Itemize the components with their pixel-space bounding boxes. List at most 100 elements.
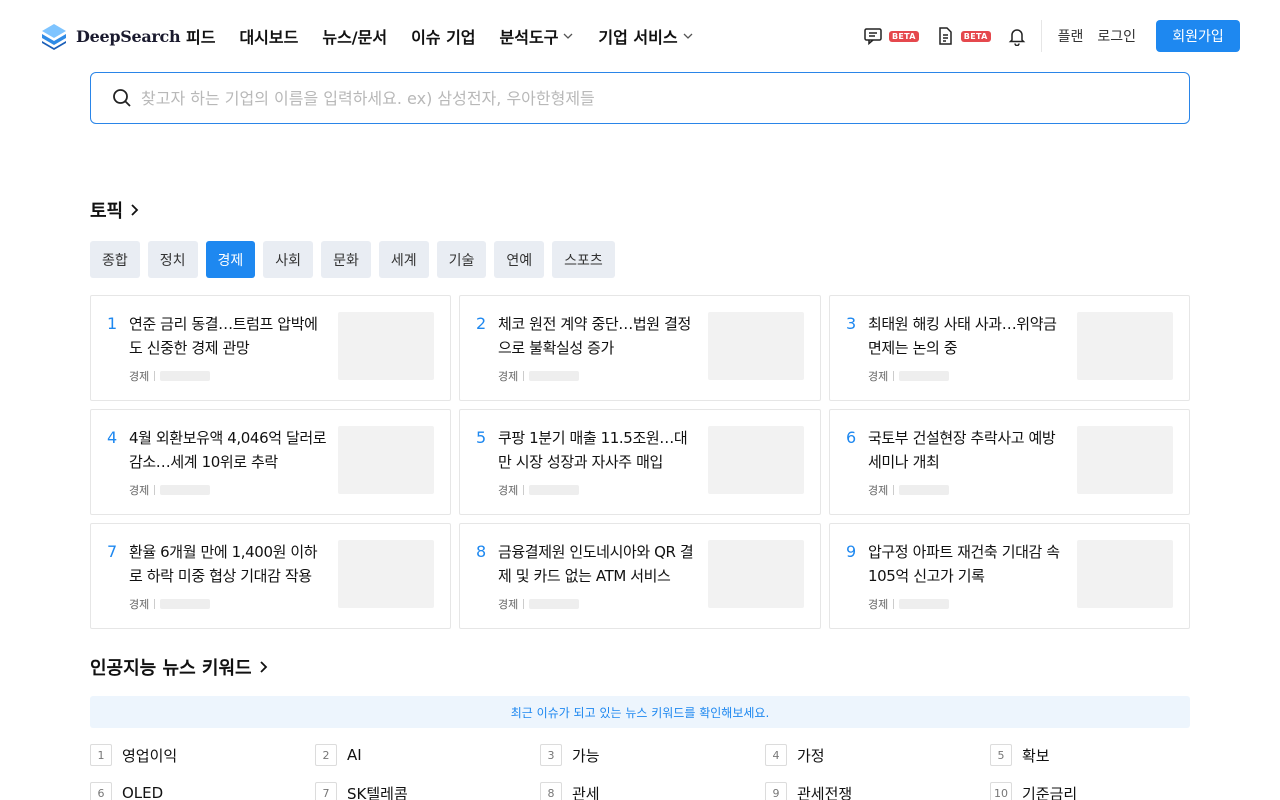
news-title[interactable]: 압구정 아파트 재건축 기대감 속 105억 신고가 기록 bbox=[868, 540, 1068, 588]
nav-item[interactable]: 분석도구 bbox=[500, 24, 575, 48]
news-category: 경제 bbox=[868, 598, 889, 611]
topic-tab[interactable]: 스포츠 bbox=[552, 241, 615, 278]
document-beta-group[interactable]: BETA bbox=[935, 26, 991, 46]
news-title[interactable]: 환율 6개월 만에 1,400원 이하로 하락 미중 협상 기대감 작용 bbox=[129, 540, 329, 588]
meta-separator bbox=[154, 599, 156, 609]
news-category: 경제 bbox=[498, 484, 519, 497]
news-category: 경제 bbox=[129, 370, 150, 383]
news-title[interactable]: 국토부 건설현장 추락사고 예방 세미나 개최 bbox=[868, 426, 1068, 474]
keyword-item[interactable]: 2 AI bbox=[315, 744, 540, 766]
keyword-item[interactable]: 6 OLED bbox=[90, 782, 315, 800]
news-category: 경제 bbox=[129, 598, 150, 611]
news-category: 경제 bbox=[868, 484, 889, 497]
topic-tab[interactable]: 사회 bbox=[263, 241, 314, 278]
topic-section-title[interactable]: 토픽 bbox=[90, 197, 141, 223]
keyword-label[interactable]: SK텔레콤 bbox=[347, 783, 408, 800]
news-rank: 6 bbox=[846, 428, 857, 447]
news-card[interactable]: 8 금융결제원 인도네시아와 QR 결제 및 카드 없는 ATM 서비스 경제 bbox=[459, 523, 821, 629]
news-title[interactable]: 체코 원전 계약 중단…법원 결정으로 불확실성 증가 bbox=[498, 312, 698, 360]
keyword-label[interactable]: 영업이익 bbox=[122, 745, 177, 766]
keyword-label[interactable]: 기준금리 bbox=[1022, 783, 1077, 800]
news-card[interactable]: 3 최태원 해킹 사태 사과…위약금 면제는 논의 중 경제 bbox=[829, 295, 1190, 401]
login-link[interactable]: 로그인 bbox=[1097, 26, 1136, 46]
news-rank: 3 bbox=[846, 314, 857, 333]
logo[interactable]: DeepSearch bbox=[40, 22, 181, 50]
beta-badge: BETA bbox=[960, 30, 991, 42]
nav-item-label: 뉴스/문서 bbox=[322, 28, 388, 47]
keyword-rank: 3 bbox=[540, 744, 562, 766]
keyword-rank: 1 bbox=[90, 744, 112, 766]
news-card[interactable]: 5 쿠팡 1분기 매출 11.5조원…대만 시장 성장과 자사주 매입 경제 bbox=[459, 409, 821, 515]
keyword-label[interactable]: 관세 bbox=[572, 783, 600, 800]
news-thumbnail[interactable] bbox=[708, 312, 804, 380]
nav-item[interactable]: 뉴스/문서 bbox=[322, 24, 387, 48]
chevron-down-icon bbox=[563, 33, 573, 39]
nav-item-label: 이슈 기업 bbox=[411, 28, 476, 47]
nav-item[interactable]: 이슈 기업 bbox=[411, 24, 475, 48]
news-thumbnail[interactable] bbox=[338, 312, 434, 380]
keyword-rank: 6 bbox=[90, 782, 112, 800]
chat-icon[interactable] bbox=[863, 26, 883, 46]
topic-tab[interactable]: 세계 bbox=[378, 241, 429, 278]
keyword-label[interactable]: 가정 bbox=[797, 745, 825, 766]
company-search-box[interactable] bbox=[90, 72, 1190, 124]
news-category: 경제 bbox=[498, 370, 519, 383]
keyword-item[interactable]: 1 영업이익 bbox=[90, 744, 315, 766]
news-thumbnail[interactable] bbox=[1077, 312, 1173, 380]
chat-beta-group[interactable]: BETA bbox=[863, 26, 919, 46]
news-card[interactable]: 4 4월 외환보유액 4,046억 달러로 감소…세계 10위로 추락 경제 bbox=[90, 409, 451, 515]
news-thumbnail[interactable] bbox=[708, 426, 804, 494]
keyword-item[interactable]: 7 SK텔레콤 bbox=[315, 782, 540, 800]
meta-placeholder bbox=[529, 599, 580, 609]
news-card[interactable]: 7 환율 6개월 만에 1,400원 이하로 하락 미중 협상 기대감 작용 경제 bbox=[90, 523, 451, 629]
meta-separator bbox=[893, 599, 895, 609]
news-title[interactable]: 최태원 해킹 사태 사과…위약금 면제는 논의 중 bbox=[868, 312, 1068, 360]
topic-tab[interactable]: 연예 bbox=[494, 241, 545, 278]
keyword-section-title[interactable]: 인공지능 뉴스 키워드 bbox=[90, 654, 270, 680]
news-card[interactable]: 2 체코 원전 계약 중단…법원 결정으로 불확실성 증가 경제 bbox=[459, 295, 821, 401]
keyword-label[interactable]: 관세전쟁 bbox=[797, 783, 852, 800]
signup-button[interactable]: 회원가입 bbox=[1156, 20, 1240, 52]
topic-tab[interactable]: 정치 bbox=[147, 241, 198, 278]
keyword-item[interactable]: 3 가능 bbox=[540, 744, 765, 766]
news-thumbnail[interactable] bbox=[338, 426, 434, 494]
nav-item[interactable]: 대시보드 bbox=[239, 24, 298, 48]
news-title[interactable]: 연준 금리 동결…트럼프 압박에도 신중한 경제 관망 bbox=[129, 312, 329, 360]
bell-icon[interactable] bbox=[1007, 26, 1027, 46]
news-card[interactable]: 9 압구정 아파트 재건축 기대감 속 105억 신고가 기록 경제 bbox=[829, 523, 1190, 629]
nav-item[interactable]: 피드 bbox=[186, 24, 215, 48]
meta-separator bbox=[154, 371, 156, 381]
keyword-label[interactable]: 확보 bbox=[1022, 745, 1050, 766]
topic-tab[interactable]: 문화 bbox=[321, 241, 371, 278]
news-thumbnail[interactable] bbox=[708, 540, 804, 608]
keyword-label[interactable]: AI bbox=[347, 746, 362, 764]
keyword-label[interactable]: 가능 bbox=[572, 745, 600, 766]
nav-item[interactable]: 기업 서비스 bbox=[598, 24, 693, 48]
meta-separator bbox=[893, 485, 895, 495]
news-thumbnail[interactable] bbox=[1077, 426, 1173, 494]
news-thumbnail[interactable] bbox=[338, 540, 434, 608]
news-card[interactable]: 1 연준 금리 동결…트럼프 압박에도 신중한 경제 관망 경제 bbox=[90, 295, 451, 401]
keyword-item[interactable]: 5 확보 bbox=[990, 744, 1215, 766]
plan-link[interactable]: 플랜 bbox=[1058, 26, 1084, 46]
chevron-right-icon bbox=[131, 204, 139, 216]
news-title[interactable]: 4월 외환보유액 4,046억 달러로 감소…세계 10위로 추락 bbox=[129, 426, 329, 474]
logo-text: DeepSearch bbox=[76, 26, 181, 46]
news-title[interactable]: 금융결제원 인도네시아와 QR 결제 및 카드 없는 ATM 서비스 bbox=[498, 540, 698, 588]
keyword-title-text: 인공지능 뉴스 키워드 bbox=[90, 658, 252, 679]
document-icon[interactable] bbox=[935, 26, 955, 46]
keyword-item[interactable]: 4 가정 bbox=[765, 744, 990, 766]
topic-tab[interactable]: 종합 bbox=[90, 241, 140, 278]
keyword-item[interactable]: 8 관세 bbox=[540, 782, 765, 800]
keyword-label[interactable]: OLED bbox=[122, 784, 163, 800]
news-meta: 경제 bbox=[868, 596, 950, 612]
keyword-item[interactable]: 10 기준금리 bbox=[990, 782, 1215, 800]
news-thumbnail[interactable] bbox=[1077, 540, 1173, 608]
news-title[interactable]: 쿠팡 1분기 매출 11.5조원…대만 시장 성장과 자사주 매입 bbox=[498, 426, 698, 474]
topic-tab[interactable]: 기술 bbox=[436, 241, 487, 278]
news-card[interactable]: 6 국토부 건설현장 추락사고 예방 세미나 개최경제 bbox=[829, 409, 1190, 515]
topic-tab[interactable]: 경제 bbox=[205, 241, 256, 278]
keyword-item[interactable]: 9 관세전쟁 bbox=[765, 782, 990, 800]
meta-placeholder bbox=[160, 599, 211, 609]
search-input[interactable] bbox=[141, 88, 1141, 108]
